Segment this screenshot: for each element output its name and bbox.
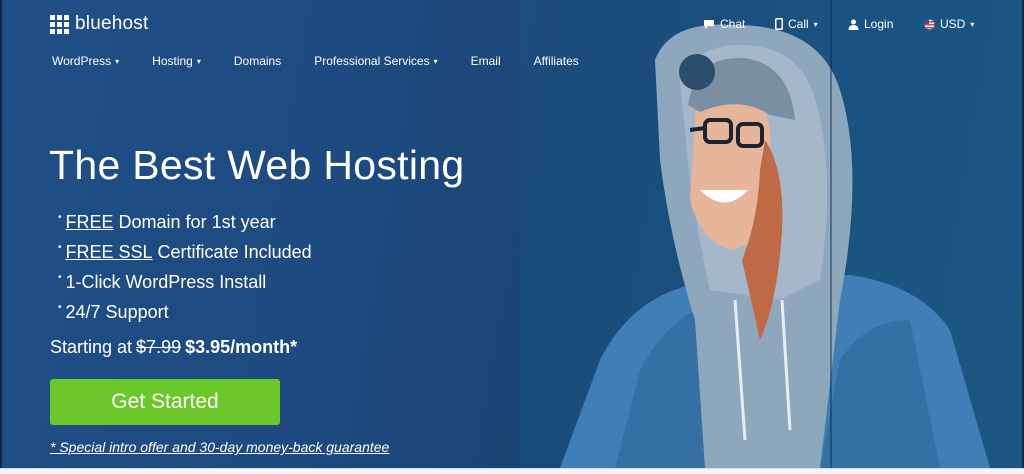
feature-item: • 24/7 Support bbox=[58, 300, 312, 330]
chevron-down-icon: ▾ bbox=[813, 19, 818, 29]
pricing-prefix: Starting at bbox=[50, 337, 133, 357]
feature-item: • FREE SSL Certificate Included bbox=[58, 240, 312, 270]
feature-list: • FREE Domain for 1st year • FREE SSL Ce… bbox=[58, 210, 312, 330]
user-icon bbox=[848, 19, 859, 30]
nav-label: Domains bbox=[233, 54, 282, 68]
nav-item-email[interactable]: Email bbox=[471, 54, 501, 68]
chevron-down-icon: ▾ bbox=[433, 56, 438, 66]
page-bottom-strip bbox=[0, 468, 1024, 474]
nav-item-professional-services[interactable]: Professional Services ▾ bbox=[314, 54, 437, 68]
nav-label: Hosting bbox=[152, 54, 193, 68]
currency-dropdown[interactable]: USD ▾ bbox=[924, 17, 974, 31]
feature-item: • FREE Domain for 1st year bbox=[58, 210, 312, 240]
chat-icon bbox=[704, 19, 714, 29]
old-price: $7.99 bbox=[136, 337, 182, 357]
feature-text: Certificate Included bbox=[157, 242, 312, 262]
chevron-down-icon: ▾ bbox=[115, 56, 120, 66]
bullet-icon: • bbox=[58, 302, 62, 313]
nav-label: Professional Services bbox=[314, 54, 430, 68]
feature-text: 24/7 Support bbox=[65, 302, 169, 322]
bullet-icon: • bbox=[58, 212, 62, 223]
login-label: Login bbox=[864, 17, 894, 31]
currency-label: USD bbox=[940, 17, 966, 31]
feature-text: 1-Click WordPress Install bbox=[65, 272, 267, 292]
chevron-down-icon: ▾ bbox=[970, 19, 975, 29]
nav-label: WordPress bbox=[52, 54, 112, 68]
chevron-down-icon: ▾ bbox=[196, 56, 201, 66]
bullet-icon: • bbox=[58, 272, 62, 283]
feature-link[interactable]: FREE bbox=[66, 210, 114, 240]
nav-item-affiliates[interactable]: Affiliates bbox=[534, 54, 579, 68]
chat-link[interactable]: Chat bbox=[703, 17, 745, 31]
get-started-button[interactable]: Get Started bbox=[50, 379, 280, 425]
feature-link[interactable]: FREE SSL bbox=[66, 240, 153, 270]
hero-headline: The Best Web Hosting bbox=[49, 142, 465, 188]
bullet-icon: • bbox=[58, 242, 62, 253]
wall-divider bbox=[830, 0, 832, 468]
main-nav: WordPress ▾ Hosting ▾ Domains Profession… bbox=[52, 54, 612, 68]
hero-section: bluehost Chat Call ▾ Login USD ▾ WordPre… bbox=[0, 0, 1024, 468]
call-label: Call bbox=[788, 17, 809, 31]
nav-item-wordpress[interactable]: WordPress ▾ bbox=[52, 54, 119, 68]
logo-text: bluehost bbox=[75, 13, 149, 34]
pricing-line: Starting at $7.99 $3.95/month* bbox=[50, 337, 297, 358]
feature-item: • 1-Click WordPress Install bbox=[58, 270, 312, 300]
login-link[interactable]: Login bbox=[848, 17, 893, 31]
nav-label: Email bbox=[470, 54, 501, 68]
call-dropdown[interactable]: Call ▾ bbox=[775, 17, 818, 31]
nav-item-domains[interactable]: Domains bbox=[234, 54, 281, 68]
feature-text: Domain for 1st year bbox=[118, 212, 276, 232]
window-edge bbox=[0, 0, 2, 468]
phone-icon bbox=[775, 18, 783, 30]
nav-item-hosting[interactable]: Hosting ▾ bbox=[152, 54, 201, 68]
nav-label: Affiliates bbox=[533, 54, 579, 68]
new-price: $3.95/month* bbox=[185, 337, 298, 357]
grid-logo-icon bbox=[50, 14, 69, 34]
hero-photo bbox=[520, 0, 1024, 468]
chat-label: Chat bbox=[720, 17, 746, 31]
flag-icon bbox=[924, 19, 935, 29]
bluehost-logo[interactable]: bluehost bbox=[50, 13, 148, 35]
offer-disclaimer-link[interactable]: * Special intro offer and 30-day money-b… bbox=[50, 439, 389, 455]
